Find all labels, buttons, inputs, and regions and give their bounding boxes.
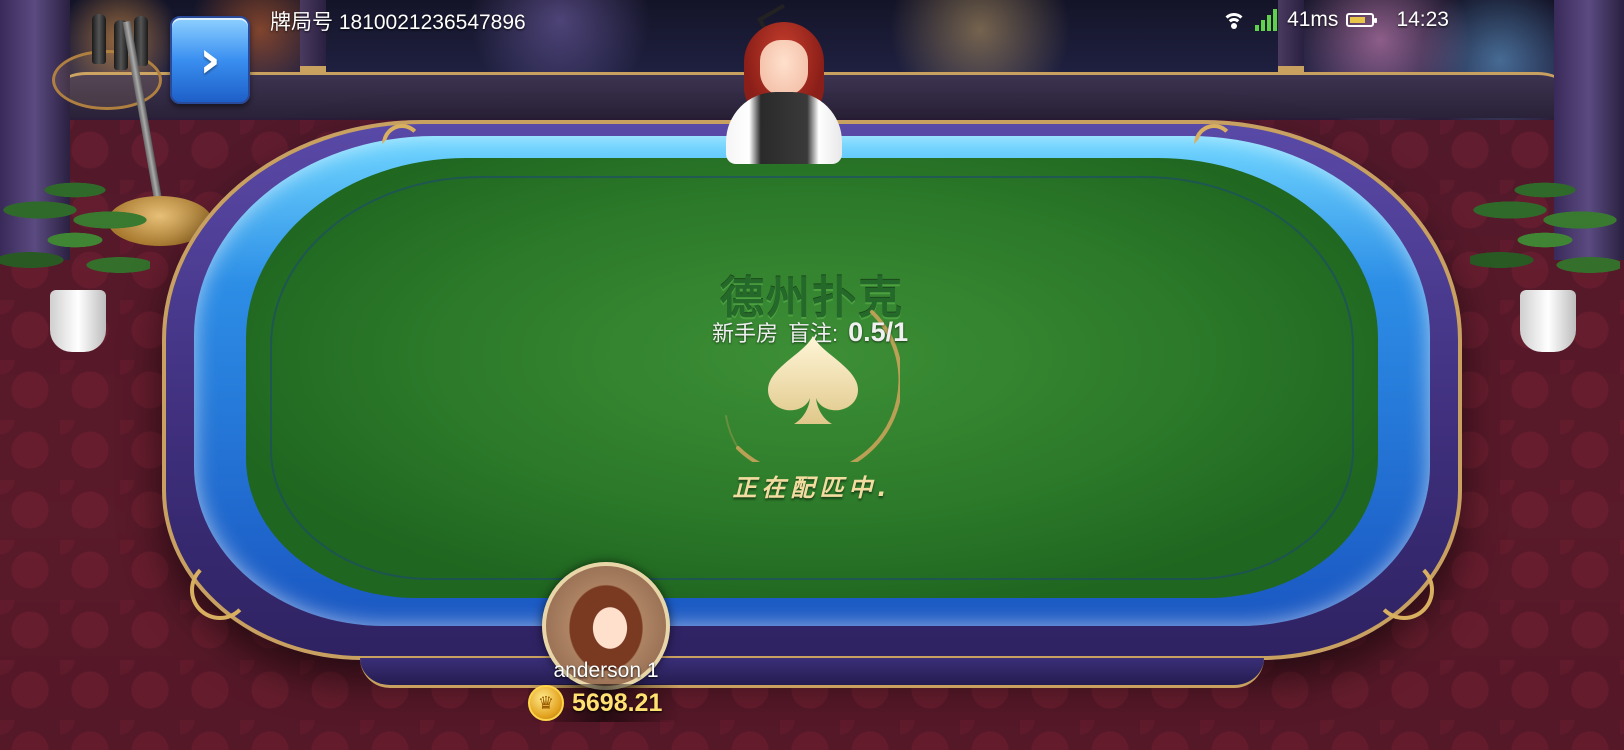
room-id-label: 牌局号 [270,11,333,34]
balance-value: 5698.21 [572,688,663,717]
gold-ornament-icon [190,560,250,620]
player-name: anderson 1 [553,659,659,682]
dealer-face [760,40,808,96]
dealer-avatar [716,3,852,164]
room-id-value: 1810021236547896 [338,11,526,34]
expand-menu-button[interactable]: › [170,16,250,104]
wine-bottle [92,14,106,64]
signal-icon [1255,9,1279,31]
ping-value: 41ms [1287,8,1339,31]
table-front-rail [360,658,1264,688]
dealer-body [726,92,842,164]
spade-icon [768,336,858,424]
matching-status: 正在配匹中. [732,474,892,502]
wifi-icon [1221,9,1247,31]
chevron-right-icon: › [199,30,221,90]
battery-icon [1346,13,1378,27]
clock-time: 14:23 [1396,8,1449,31]
room-id: 牌局号 1810021236547896 [270,6,526,34]
player-balance: ♛ 5698.21 [528,684,680,722]
gold-ornament-icon [1374,560,1434,620]
status-bar: 41ms 14:23 [1221,4,1449,36]
coin-icon: ♛ [528,685,564,721]
